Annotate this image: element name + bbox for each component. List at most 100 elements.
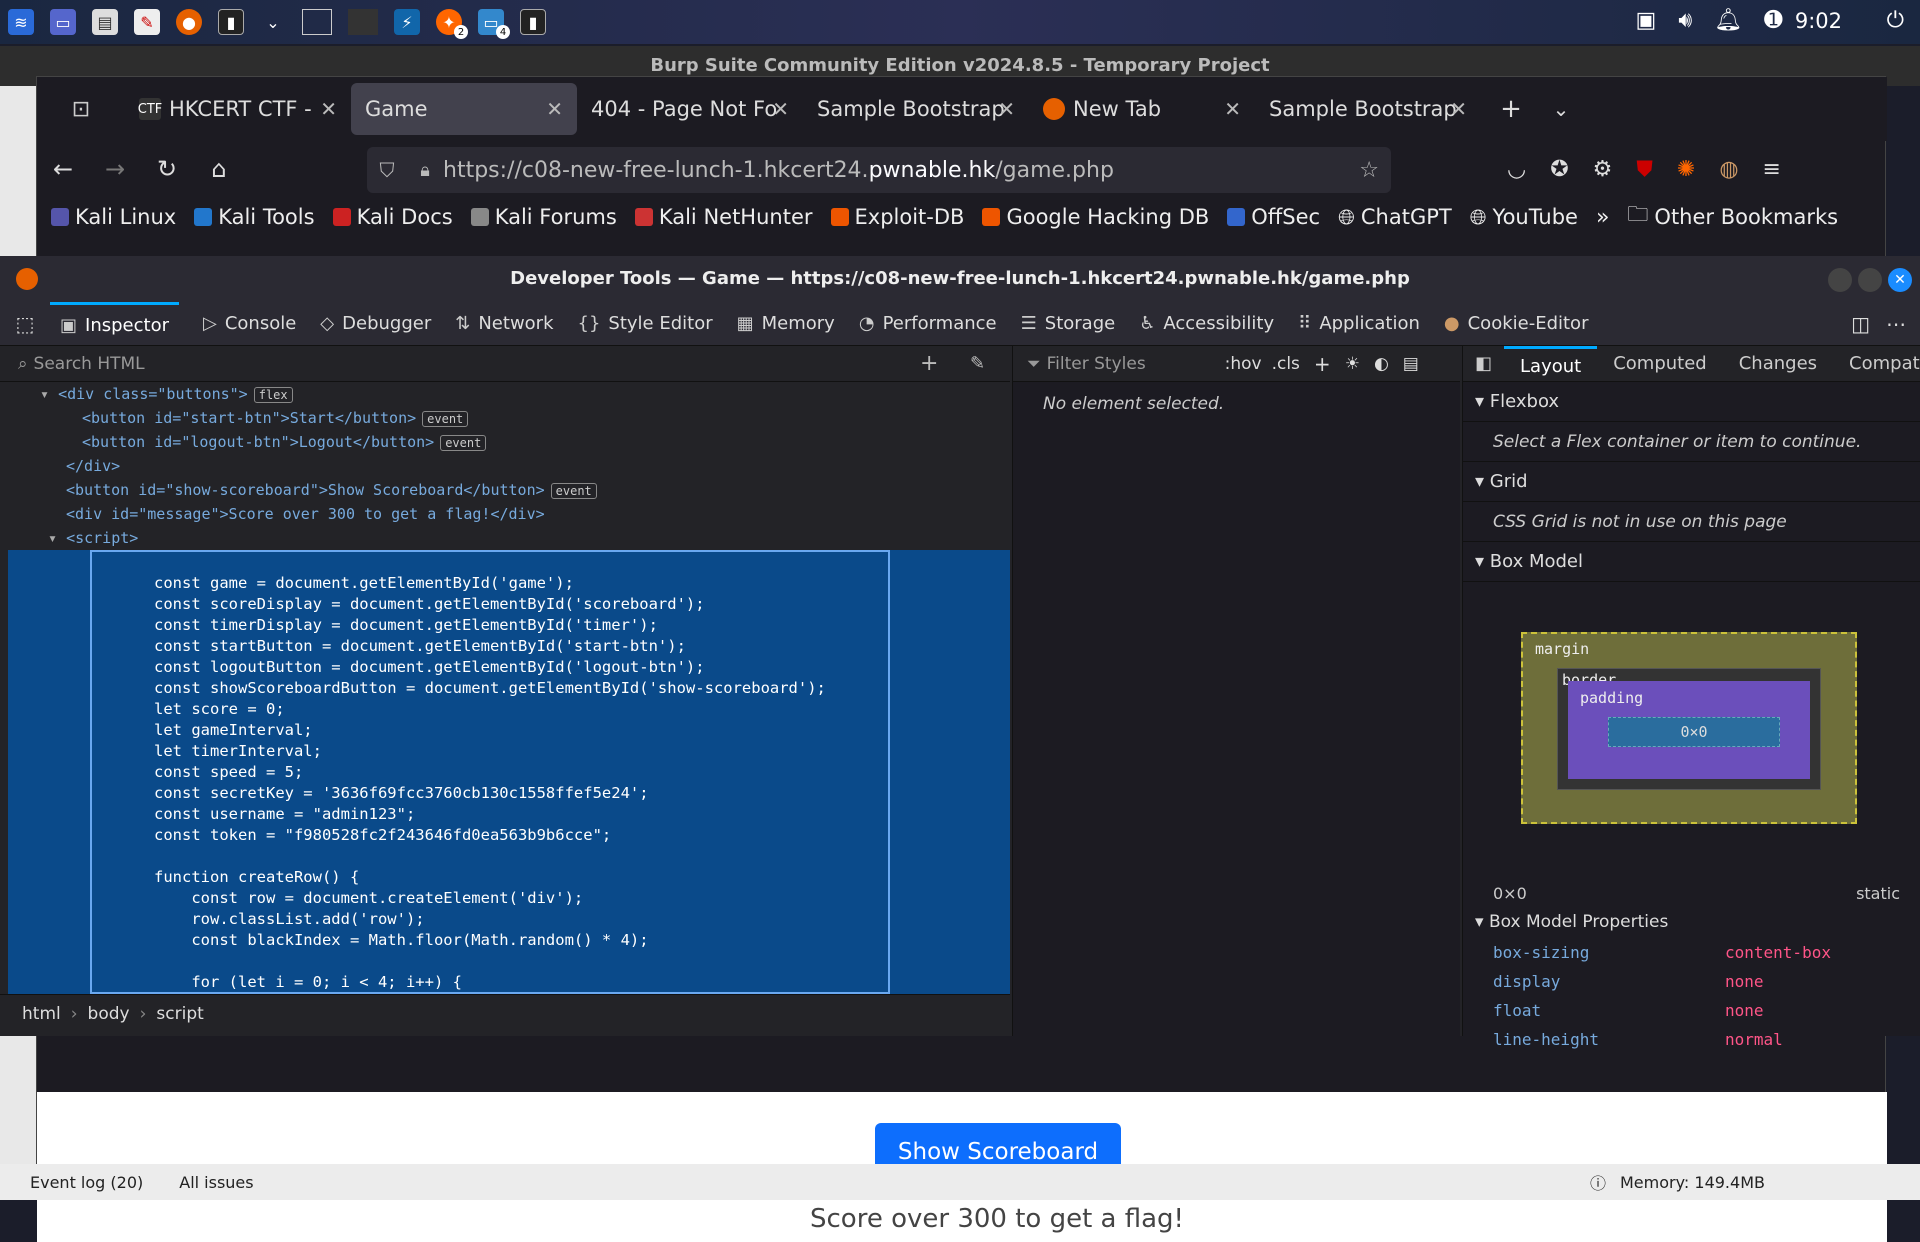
terminal-window-icon[interactable]: ▮ [520, 9, 546, 35]
tab-computed[interactable]: Computed [1597, 346, 1723, 382]
close-icon[interactable]: ✕ [772, 97, 789, 121]
pocket-icon[interactable]: ◡ [1507, 157, 1526, 182]
tab-storage[interactable]: ☰ Storage [1021, 302, 1116, 346]
cls-toggle[interactable]: .cls [1272, 354, 1300, 374]
extension-a-icon[interactable]: ✪ [1550, 157, 1568, 182]
maximize-button[interactable] [1858, 268, 1882, 292]
reload-icon[interactable]: ↻ [141, 155, 193, 183]
forward-icon[interactable]: → [89, 155, 141, 183]
box-model-section[interactable]: ▾ Box Model [1463, 542, 1920, 582]
filter-styles[interactable]: ⏷ Filter Styles :hov .cls + ☀ ◐ ▤ [1013, 346, 1460, 382]
dark-theme-icon[interactable]: ◐ [1374, 354, 1389, 374]
markup-line[interactable]: <button id="show-scoreboard">Show Scoreb… [8, 478, 1010, 502]
markup-line[interactable]: </div> [8, 454, 1010, 478]
ublock-icon[interactable]: ⛊ [1636, 157, 1653, 182]
markup-line[interactable]: <button id="logout-btn">Logout</button> e… [8, 430, 1010, 454]
new-tab-icon[interactable]: + [1481, 94, 1541, 124]
bookmark-youtube[interactable]: 🌐︎ YouTube [1470, 205, 1578, 230]
event-badge[interactable]: event [422, 411, 469, 427]
event-badge[interactable]: event [440, 435, 487, 451]
eyedropper-icon[interactable]: ✎ [970, 353, 985, 374]
workspace-1-icon[interactable] [302, 9, 332, 35]
close-icon[interactable]: ✕ [1450, 97, 1467, 121]
tab-console[interactable]: ▷ Console [203, 302, 296, 346]
lock-icon[interactable]: 🔒︎ [407, 160, 443, 181]
tab-game[interactable]: Game ✕ [351, 83, 577, 135]
close-icon[interactable]: ✕ [998, 97, 1015, 121]
minimize-button[interactable] [1828, 268, 1852, 292]
desktop-icon[interactable]: ▭ [50, 9, 76, 35]
script-code-editor[interactable]: const game = document.getElementById('ga… [90, 550, 890, 994]
home-icon[interactable]: ⌂ [193, 155, 245, 183]
markup-line[interactable]: <div id="message">Score over 300 to get … [8, 502, 1010, 526]
url-bar[interactable]: ⛉ 🔒︎ https://c08-new-free-lunch-1.hkcert… [367, 147, 1391, 193]
markup-line[interactable]: ▾ <script> [8, 526, 1010, 550]
file-manager-icon[interactable]: ▤ [92, 9, 118, 35]
tab-memory[interactable]: ▦ Memory [737, 302, 835, 346]
tab-network[interactable]: ⇅ Network [455, 302, 553, 346]
breadcrumb-script[interactable]: script [156, 1004, 203, 1024]
burp-app-icon[interactable]: ⚡ [394, 9, 420, 35]
tab-layout[interactable]: Layout [1504, 345, 1598, 382]
chevron-down-icon[interactable]: ⌄ [260, 9, 286, 35]
tab-manager-icon[interactable]: ⊡ [37, 97, 125, 122]
extensions-icon[interactable]: ⚙ [1593, 157, 1613, 182]
star-icon[interactable]: ☆ [1359, 158, 1379, 183]
tab-application[interactable]: ⠿ Application [1298, 302, 1420, 346]
bookmark-kali-nethunter[interactable]: Kali NetHunter [634, 205, 813, 229]
tab-changes[interactable]: Changes [1723, 346, 1833, 382]
light-theme-icon[interactable]: ☀ [1345, 354, 1360, 374]
event-log-button[interactable]: Event log (20) [30, 1173, 143, 1192]
hov-toggle[interactable]: :hov [1225, 354, 1262, 374]
update-icon[interactable]: ➊ [1764, 8, 1782, 33]
sidebar-toggle-icon[interactable]: ◧ [1463, 353, 1504, 374]
tab-performance[interactable]: ◔ Performance [859, 302, 997, 346]
text-editor-icon[interactable]: ✎ [134, 9, 160, 35]
bookmark-google-hacking-db[interactable]: Google Hacking DB [982, 205, 1209, 229]
breadcrumb-html[interactable]: html [22, 1004, 61, 1024]
bookmark-kali-linux[interactable]: Kali Linux [51, 205, 176, 229]
bookmark-kali-tools[interactable]: Kali Tools [194, 205, 315, 229]
terminal-icon[interactable]: ▮ [218, 9, 244, 35]
event-badge[interactable]: event [550, 483, 597, 499]
bookmark-chatgpt[interactable]: 🌐︎ ChatGPT [1338, 205, 1452, 230]
burp-windows-icon[interactable]: ✦ 2 [436, 9, 468, 39]
burp-extension-icon[interactable]: ✺ [1677, 157, 1695, 182]
tab-accessibility[interactable]: ♿︎ Accessibility [1139, 302, 1274, 346]
bookmark-offsec[interactable]: OffSec [1227, 205, 1320, 229]
all-issues-button[interactable]: All issues [179, 1173, 253, 1192]
tab-404[interactable]: 404 - Page Not Fo ✕ [577, 83, 803, 135]
tab-cookie-editor[interactable]: ● Cookie-Editor [1444, 302, 1589, 346]
cookie-icon[interactable]: ◍ [1719, 157, 1738, 182]
tab-debugger[interactable]: ◇ Debugger [320, 302, 431, 346]
workspace-2-icon[interactable] [348, 9, 378, 35]
close-icon[interactable]: ✕ [546, 97, 563, 121]
bell-icon[interactable]: 🔔︎ [1714, 8, 1742, 33]
tab-bootstrap-2[interactable]: Sample Bootstrap ✕ [1255, 83, 1481, 135]
volume-icon[interactable]: 🔊︎ [1678, 8, 1692, 33]
close-icon[interactable]: ✕ [320, 97, 337, 121]
screen-icon[interactable]: ▣ [1636, 8, 1657, 33]
print-icon[interactable]: ▤ [1403, 354, 1419, 374]
markup-line[interactable]: <button id="start-btn">Start</button> eve… [8, 406, 1010, 430]
bookmark-kali-forums[interactable]: Kali Forums [470, 205, 617, 229]
more-bookmarks-icon[interactable]: » [1596, 205, 1609, 230]
power-icon[interactable]: ⏻ [1887, 8, 1904, 33]
pick-element-icon[interactable]: ⬚ [0, 312, 50, 336]
add-node-icon[interactable]: + [920, 351, 938, 376]
tab-hkcert[interactable]: CTF HKCERT CTF - ✕ [125, 83, 351, 135]
breadcrumb-body[interactable]: body [88, 1004, 130, 1024]
box-model-properties-section[interactable]: ▾ Box Model Properties [1475, 912, 1668, 932]
grid-section[interactable]: ▾ Grid [1463, 462, 1920, 502]
chevron-down-icon[interactable]: ⌄ [1541, 97, 1581, 121]
dock-icon[interactable]: ◫ [1851, 312, 1870, 336]
flexbox-section[interactable]: ▾ Flexbox [1463, 382, 1920, 422]
close-icon[interactable]: ✕ [1224, 97, 1241, 121]
bookmark-kali-docs[interactable]: Kali Docs [332, 205, 453, 229]
html-search[interactable]: ⌕ Search HTML + ✎ [0, 346, 1010, 382]
back-icon[interactable]: ← [37, 155, 89, 183]
firefox-icon[interactable]: ● [176, 9, 202, 35]
window-group-icon[interactable]: ▭ 4 [478, 9, 510, 39]
tab-compat[interactable]: Compat [1833, 346, 1920, 382]
add-rule-icon[interactable]: + [1314, 352, 1331, 376]
